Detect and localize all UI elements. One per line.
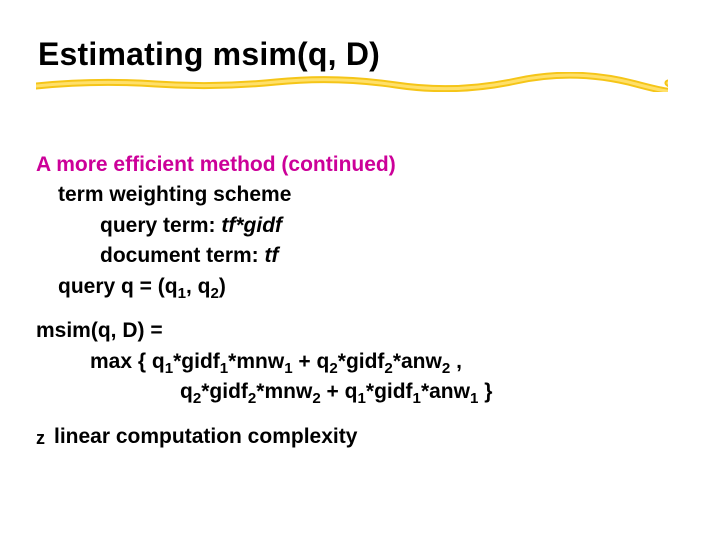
msim-lhs: msim(q, D) = — [36, 316, 684, 346]
close-brace: } — [478, 380, 492, 403]
query-suffix: ) — [219, 275, 226, 298]
bullet-icon: z — [36, 429, 54, 447]
section-heading: A more efficient method (continued) — [36, 150, 684, 180]
body: A more efficient method (continued) term… — [36, 150, 684, 452]
sub-1d: 1 — [284, 360, 292, 377]
query-term-formula: tf*gidf — [221, 214, 282, 237]
sub-2d: 2 — [442, 360, 450, 377]
document-term-label: document term: — [100, 244, 265, 267]
a1: *anw — [421, 380, 470, 403]
sub-1e: 1 — [357, 390, 365, 407]
sub-1: 1 — [178, 285, 186, 302]
bullet-line: z linear computation complexity — [36, 422, 684, 452]
plus1: + q — [293, 350, 330, 373]
g2: *gidf — [338, 350, 385, 373]
msim-line2: q2*gidf2*mnw2 + q1*gidf1*anw1 } — [36, 377, 684, 407]
title-underline — [36, 72, 668, 92]
a2: *anw — [393, 350, 442, 373]
query-term-label: query term: — [100, 214, 221, 237]
slide-title: Estimating msim(q, D) — [38, 36, 380, 73]
query-term-line: query term: tf*gidf — [36, 211, 684, 241]
sub-2b: 2 — [329, 360, 337, 377]
g1: *gidf — [173, 350, 220, 373]
query-def: query q = (q1, q2) — [36, 272, 684, 302]
query-prefix: query q = (q — [58, 275, 178, 298]
g1b: *gidf — [366, 380, 413, 403]
line2-lead: q — [180, 380, 193, 403]
sub-1c: 1 — [220, 360, 228, 377]
sub-2e: 2 — [193, 390, 201, 407]
sub-2c: 2 — [384, 360, 392, 377]
msim-line1: max { q1*gidf1*mnw1 + q2*gidf2*anw2 , — [36, 347, 684, 377]
tws-label: term weighting scheme — [36, 180, 684, 210]
sub-1b: 1 — [165, 360, 173, 377]
sub-1f: 1 — [413, 390, 421, 407]
comma: , — [450, 350, 462, 373]
plus2: + q — [321, 380, 358, 403]
m1: *mnw — [228, 350, 284, 373]
max-open: max { q — [90, 350, 165, 373]
query-mid: , q — [186, 275, 211, 298]
document-term-line: document term: tf — [36, 241, 684, 271]
sub-2: 2 — [211, 285, 219, 302]
g2b: *gidf — [201, 380, 248, 403]
slide: Estimating msim(q, D) A more efficient m… — [0, 0, 720, 540]
document-term-formula: tf — [265, 244, 279, 267]
sub-2g: 2 — [312, 390, 320, 407]
m2: *mnw — [256, 380, 312, 403]
bullet-text: linear computation complexity — [54, 422, 357, 452]
title-block: Estimating msim(q, D) — [38, 36, 380, 73]
